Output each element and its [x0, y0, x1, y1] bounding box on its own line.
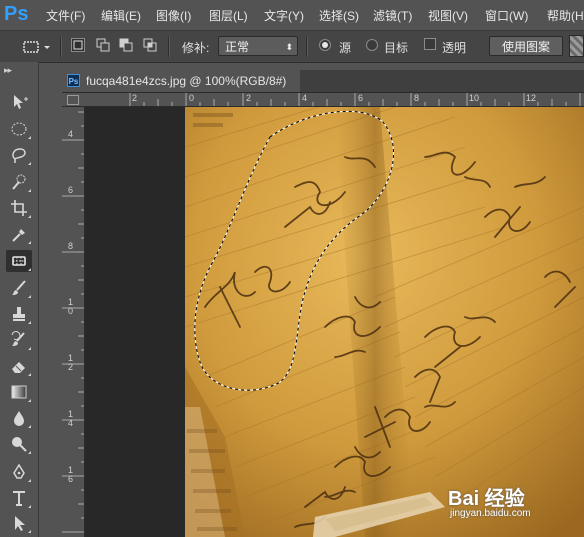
vertical-ruler[interactable]: 4 6 8 1 0 1 2 1 4 1 6 — [62, 107, 85, 537]
document-image[interactable] — [185, 107, 584, 537]
patch-mode-select[interactable]: 正常 ⬍ — [218, 36, 298, 56]
menu-image[interactable]: 图像(I) — [156, 7, 191, 24]
new-selection-icon — [73, 40, 83, 50]
pen-tool[interactable] — [6, 461, 32, 483]
ruler-label: 6 — [68, 185, 74, 195]
move-tool[interactable] — [6, 91, 32, 113]
source-label: 源 — [339, 41, 352, 55]
photoshop-logo: Ps — [4, 3, 29, 25]
ruler-ticks — [129, 93, 581, 106]
menu-edit[interactable]: 编辑(E) — [101, 7, 141, 24]
add-selection-icon — [96, 38, 110, 52]
menu-bar: Ps 文件(F) 编辑(E) 图像(I) 图层(L) 文字(Y) 选择(S) 滤… — [0, 0, 584, 30]
watermark-url: jingyan.baidu.com — [450, 508, 531, 519]
intersect-selection-icon — [143, 38, 157, 52]
transparent-checkbox[interactable] — [424, 38, 436, 50]
history-brush-tool[interactable] — [6, 329, 32, 351]
dodge-icon — [12, 437, 27, 452]
ps-file-icon: Ps — [67, 74, 80, 87]
menu-filter[interactable]: 滤镜(T) — [373, 7, 412, 24]
source-radio[interactable] — [319, 39, 331, 51]
add-selection-button[interactable] — [96, 38, 110, 52]
pattern-picker[interactable] — [569, 35, 584, 57]
menu-select[interactable]: 选择(S) — [319, 7, 359, 24]
eyedropper-icon — [12, 229, 25, 242]
ruler-origin[interactable] — [62, 93, 85, 107]
menu-view[interactable]: 视图(V) — [428, 7, 468, 24]
stamp-icon — [13, 307, 25, 321]
ruler-label: 8 — [68, 241, 74, 251]
history-brush-icon — [11, 331, 25, 346]
baidu-watermark-logo: Bai 经验 — [448, 488, 525, 510]
quick-selection-tool[interactable] — [6, 171, 32, 193]
patch-tool-preset-icon — [23, 41, 50, 53]
transparent-label: 透明 — [442, 41, 467, 55]
subtract-selection-button[interactable] — [119, 38, 133, 52]
ruler-label: 1 6 — [68, 465, 74, 484]
document-title: fucqa481e4zcs.jpg @ 100%(RGB/8#) — [86, 74, 287, 88]
eraser-tool[interactable] — [6, 355, 32, 377]
lasso-tool[interactable] — [6, 144, 32, 166]
patch-label: 修补: — [182, 41, 210, 55]
drop-icon — [14, 411, 24, 426]
ruler-label: 4 — [68, 129, 74, 139]
gradient-icon — [11, 385, 27, 399]
blur-tool[interactable] — [6, 407, 32, 429]
eyedropper-tool[interactable] — [6, 223, 32, 245]
menu-type[interactable]: 文字(Y) — [264, 7, 304, 24]
dodge-tool[interactable] — [6, 433, 32, 455]
ruler-label: 1 2 — [68, 353, 74, 372]
ruler-label: 1 0 — [68, 297, 74, 316]
patch-icon — [12, 256, 26, 266]
target-radio[interactable] — [366, 39, 378, 51]
type-icon — [13, 491, 25, 506]
horizontal-ruler[interactable]: 2 0 2 4 6 8 10 12 — [84, 93, 584, 107]
canvas-area[interactable] — [85, 107, 584, 537]
move-icon — [14, 95, 28, 109]
lasso-icon — [12, 148, 26, 163]
target-label: 目标 — [384, 41, 409, 55]
patch-mode-value: 正常 — [225, 40, 250, 54]
separator — [60, 37, 62, 57]
type-tool[interactable] — [6, 487, 32, 509]
menu-layer[interactable]: 图层(L) — [209, 7, 248, 24]
elliptical-marquee-icon — [11, 122, 27, 136]
use-pattern-button[interactable]: 使用图案 — [489, 36, 563, 56]
eraser-icon — [12, 362, 25, 373]
path-selection-tool[interactable] — [6, 512, 32, 534]
clone-stamp-tool[interactable] — [6, 303, 32, 325]
intersect-selection-button[interactable] — [143, 38, 157, 52]
document-tab-bar: Ps fucqa481e4zcs.jpg @ 100%(RGB/8#) — [62, 70, 584, 93]
crop-icon — [11, 200, 27, 216]
brush-tool[interactable] — [6, 277, 32, 299]
crop-tool[interactable] — [6, 197, 32, 219]
subtract-selection-icon — [119, 38, 133, 52]
select-arrows-icon: ⬍ — [285, 42, 293, 52]
brush-icon — [12, 280, 26, 295]
pen-icon — [13, 463, 25, 479]
gradient-tool[interactable] — [6, 381, 32, 403]
separator — [168, 37, 170, 57]
patch-tool[interactable] — [6, 250, 32, 272]
quick-selection-icon — [12, 174, 26, 190]
new-selection-button[interactable] — [71, 38, 85, 52]
ruler-label: 1 4 — [68, 409, 74, 428]
document-tab[interactable]: Ps fucqa481e4zcs.jpg @ 100%(RGB/8#) — [62, 70, 301, 92]
menu-file[interactable]: 文件(F) — [46, 7, 85, 24]
panel-collapse-icon[interactable]: ▸▸ — [4, 65, 12, 76]
menu-help[interactable]: 帮助(H) — [547, 7, 584, 24]
arrow-icon — [15, 516, 25, 531]
separator — [306, 37, 308, 57]
tool-preset-picker[interactable] — [22, 37, 52, 57]
menu-window[interactable]: 窗口(W) — [485, 7, 528, 24]
marquee-tool[interactable] — [6, 118, 32, 140]
